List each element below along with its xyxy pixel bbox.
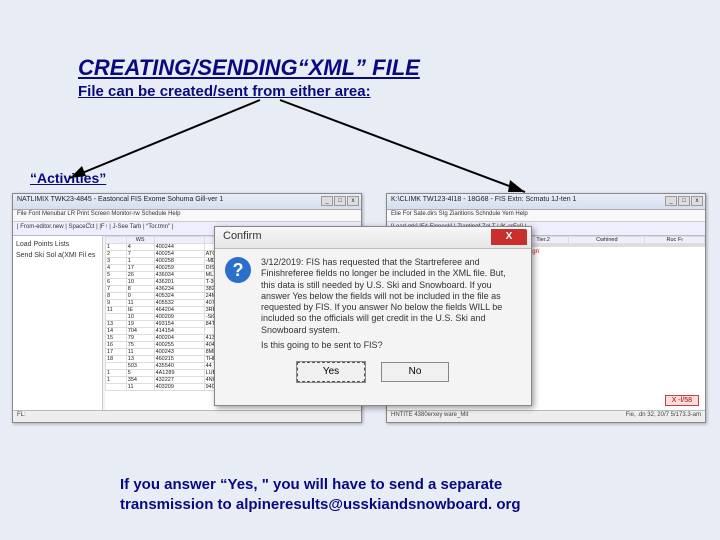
- dialog-question: Is this going to be sent to FIS?: [215, 340, 531, 356]
- arrow-left: [60, 100, 260, 190]
- minimize-button[interactable]: _: [321, 196, 333, 206]
- close-button[interactable]: x: [347, 196, 359, 206]
- footer-text: If you answer “Yes, " you will have to s…: [120, 475, 680, 514]
- status-bar: HNTITE 4380erxey ware_Mit Fie, .dn 32, 2…: [387, 410, 705, 422]
- footer-line1: If you answer “Yes, " you will have to s…: [120, 476, 502, 493]
- sidebar-activities: Load Points Lists Send Ski Sol a(XMI Fil…: [13, 236, 103, 410]
- arrow-right: [280, 100, 560, 200]
- dialog-body-text: 3/12/2019: FIS has requested that the St…: [261, 257, 521, 336]
- status-bar: FL:: [13, 410, 361, 422]
- dialog-close-button[interactable]: X: [491, 229, 527, 245]
- window-titlebar: NATLIMIX TWK23-4845 - Eastoncal FIS Exom…: [13, 194, 361, 210]
- sidebar-item-send-xml[interactable]: Send Ski Sol a(XMI Fil es: [16, 250, 99, 261]
- confirm-dialog: Confirm X ? 3/12/2019: FIS has requested…: [214, 226, 532, 406]
- question-icon: ?: [225, 257, 251, 283]
- footer-line2a: transmission to: [120, 496, 236, 513]
- no-button[interactable]: No: [381, 362, 449, 382]
- maximize-button[interactable]: □: [678, 196, 690, 206]
- slide-subtitle: File can be created/sent from either are…: [78, 83, 371, 100]
- close-button[interactable]: x: [691, 196, 703, 206]
- yes-button[interactable]: Yes: [297, 362, 365, 382]
- window-menubar[interactable]: File Font Menubar LR Print Screen Monito…: [13, 210, 361, 222]
- minimize-button[interactable]: _: [665, 196, 677, 206]
- window-titlebar: K:\CLIMK TW123-4I18 - 18G68 - FIS Extn: …: [387, 194, 705, 210]
- window-menubar[interactable]: Elie For Sate.dirs SIg Ziantions Schndul…: [387, 210, 705, 222]
- sidebar-item-load-points[interactable]: Load Points Lists: [16, 239, 99, 250]
- window-title: K:\CLIMK TW123-4I18 - 18G68 - FIS Extn: …: [391, 196, 576, 203]
- maximize-button[interactable]: □: [334, 196, 346, 206]
- dialog-title: Confirm: [223, 230, 262, 242]
- dialog-titlebar: Confirm X: [215, 227, 531, 249]
- slide-title: CREATING/SENDING“XML” FILE: [78, 55, 420, 81]
- status-left: HNTITE 4380erxey ware_Mit: [391, 412, 468, 418]
- footer-email: alpineresults@usskiandsnowboard. org: [236, 496, 521, 513]
- status-right: Fie, .dn 32, 20/7 5/173.3-am: [626, 412, 701, 418]
- close-exit-button[interactable]: X -l/58: [665, 395, 699, 406]
- window-title: NATLIMIX TWK23-4845 - Eastoncal FIS Exom…: [17, 196, 223, 203]
